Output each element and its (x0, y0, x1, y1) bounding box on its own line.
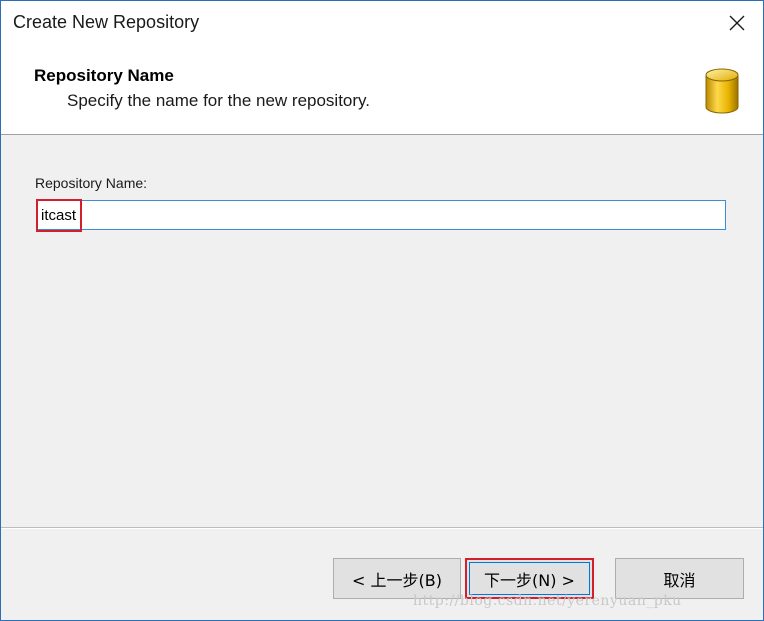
back-button[interactable]: < 上一步(B) (333, 558, 461, 599)
cancel-button[interactable]: 取消 (615, 558, 744, 599)
window-title: Create New Repository (13, 12, 200, 32)
header-title: Repository Name (34, 66, 174, 85)
close-icon (729, 15, 745, 31)
database-icon (705, 68, 739, 114)
title-bar[interactable]: Create New Repository (1, 1, 763, 46)
next-button[interactable]: 下一步(N) > (465, 558, 594, 599)
header-subtitle: Specify the name for the new repository. (67, 91, 371, 110)
footer-divider-light (1, 528, 763, 529)
wizard-content: Repository Name: (1, 135, 763, 527)
close-button[interactable] (721, 7, 753, 39)
repository-name-label: Repository Name: (35, 175, 148, 191)
wizard-header: Repository Name Specify the name for the… (1, 46, 763, 135)
next-button-label: 下一步(N) > (469, 562, 590, 595)
create-repository-dialog: Create New Repository Repository Name Sp… (0, 0, 764, 621)
repository-name-input[interactable] (36, 200, 726, 230)
